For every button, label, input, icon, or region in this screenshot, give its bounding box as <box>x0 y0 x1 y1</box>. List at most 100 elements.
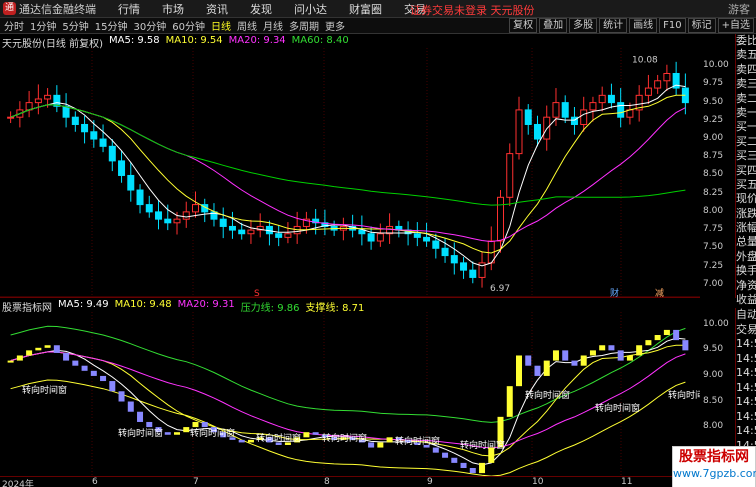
indicator-bar <box>636 345 643 356</box>
indicator-bar <box>543 360 550 376</box>
period-tab[interactable]: 月线 <box>263 18 283 33</box>
tick-row: 14:5 <box>736 337 756 350</box>
watermark-title: 股票指标网 <box>679 449 749 465</box>
tool-button[interactable]: 统计 <box>599 18 628 33</box>
candle-body <box>515 109 523 155</box>
candle-body <box>376 233 384 242</box>
title-bar: 通 通达信金融终端 行情 市场 资讯 发现 问小达 财富圈 交易 证券交易未登录… <box>0 0 756 18</box>
indicator-bar <box>534 365 541 376</box>
s-marker: S <box>254 289 260 298</box>
indicator-bar <box>100 375 107 382</box>
candle-body <box>663 72 671 82</box>
quote-field: 卖二 <box>736 91 756 105</box>
candle-body <box>228 225 236 231</box>
indicator-bar <box>72 360 79 366</box>
tool-button[interactable]: 多股 <box>569 18 598 33</box>
menu-quotes[interactable]: 行情 <box>118 1 140 17</box>
period-tab[interactable]: 多周期 <box>289 18 319 33</box>
menu-ask[interactable]: 问小达 <box>294 1 327 17</box>
tool-button[interactable]: F10 <box>659 18 686 33</box>
candle-body <box>497 196 505 242</box>
tick-row: 14:5 <box>736 351 756 365</box>
sub-tick: 10.00 <box>703 318 729 329</box>
guest-label[interactable]: 游客 <box>728 1 750 17</box>
period-tab[interactable]: 15分钟 <box>95 18 128 33</box>
period-tab[interactable]: 周线 <box>237 18 257 33</box>
indicator-bar <box>442 452 449 458</box>
menu-news[interactable]: 资讯 <box>206 1 228 17</box>
indicator-bar <box>109 381 116 392</box>
low-label: 6.97 <box>490 284 510 294</box>
turn-window-label: 转向时间窗 <box>322 432 367 444</box>
quote-field: 卖三 <box>736 77 756 91</box>
quote-field: 买二 <box>736 134 756 148</box>
menu-discover[interactable]: 发现 <box>250 1 272 17</box>
period-tab[interactable]: 分时 <box>4 18 24 33</box>
date-tick: 9 <box>427 477 433 487</box>
candle-body <box>358 229 366 235</box>
candle-body <box>90 131 98 140</box>
period-tab[interactable]: 更多 <box>325 18 345 33</box>
price-axis: 10.00 9.75 9.50 9.25 9.00 8.75 8.50 8.25 8.00 7.7… <box>700 34 735 298</box>
indicator-bar <box>460 462 467 468</box>
window-controls: 游客 <box>728 1 750 17</box>
candle-body <box>469 269 477 278</box>
indicator-bar <box>26 350 33 356</box>
quote-field: 涨幅 <box>736 221 756 235</box>
main-kline-chart[interactable]: 天元股份(日线 前复权) MA5: 9.58 MA10: 9.54 MA20: … <box>0 34 700 298</box>
candle-body <box>247 229 255 235</box>
indicator-bar <box>617 350 624 361</box>
menu-wealth[interactable]: 财富圈 <box>349 1 382 17</box>
indicator-bar <box>673 329 680 341</box>
candle-body <box>284 233 292 238</box>
period-tab[interactable]: 30分钟 <box>133 18 166 33</box>
candle-body <box>533 123 541 140</box>
indicator-bar <box>63 352 70 361</box>
turn-window-label: 转向时间窗 <box>668 389 700 401</box>
tick-row: 14:5 <box>736 424 756 437</box>
indicator-chart[interactable]: 股票指标网 MA5: 9.49 MA10: 9.48 MA20: 9.31 压力… <box>0 298 700 476</box>
tool-button[interactable]: +自选 <box>717 18 754 33</box>
candle-body <box>238 229 246 235</box>
quote-field: 卖四 <box>736 62 756 76</box>
period-tab[interactable]: 日线 <box>211 18 231 33</box>
indicator-bar <box>432 447 439 453</box>
tool-button[interactable]: 复权 <box>509 18 538 33</box>
price-tick: 7.00 <box>703 278 724 289</box>
indicator-bar <box>626 355 633 361</box>
indicator-bar <box>386 437 393 443</box>
sub-tick: 8.50 <box>703 395 724 406</box>
indicator-bar <box>451 457 458 463</box>
candle-body <box>164 218 172 224</box>
watermark-url: www.7gpzb.com <box>673 467 756 480</box>
login-status[interactable]: 证券交易未登录 天元股份 <box>410 2 535 18</box>
indicator-bar <box>571 360 578 366</box>
period-tab[interactable]: 60分钟 <box>172 18 205 33</box>
quote-field: 卖一 <box>736 105 756 119</box>
candle-body <box>506 153 514 198</box>
candle-body <box>561 102 569 118</box>
indicator-bar <box>599 345 606 351</box>
period-tab[interactable]: 5分钟 <box>62 18 88 33</box>
candle-body <box>191 204 199 213</box>
indicator-bar <box>552 350 559 361</box>
quote-field: 买三 <box>736 149 756 163</box>
candle-body <box>145 204 153 213</box>
tool-button[interactable]: 标记 <box>687 18 716 33</box>
candle-body <box>155 211 163 220</box>
period-tab[interactable]: 1分钟 <box>30 18 56 33</box>
menu-market[interactable]: 市场 <box>162 1 184 17</box>
tool-button[interactable]: 叠加 <box>539 18 568 33</box>
high-label: 10.08 <box>632 55 658 65</box>
candle-body <box>450 255 458 264</box>
candle-body <box>607 94 615 104</box>
indicator-bar <box>174 432 180 435</box>
candle-body <box>7 116 15 119</box>
indicator-bar <box>53 345 60 353</box>
quote-field: 买四 <box>736 163 756 177</box>
date-tick: 10 <box>532 477 544 487</box>
turn-window-label: 转向时间窗 <box>595 402 640 414</box>
date-tick: 11 <box>621 477 633 487</box>
indicator-bar <box>525 355 532 366</box>
tool-button[interactable]: 画线 <box>629 18 658 33</box>
